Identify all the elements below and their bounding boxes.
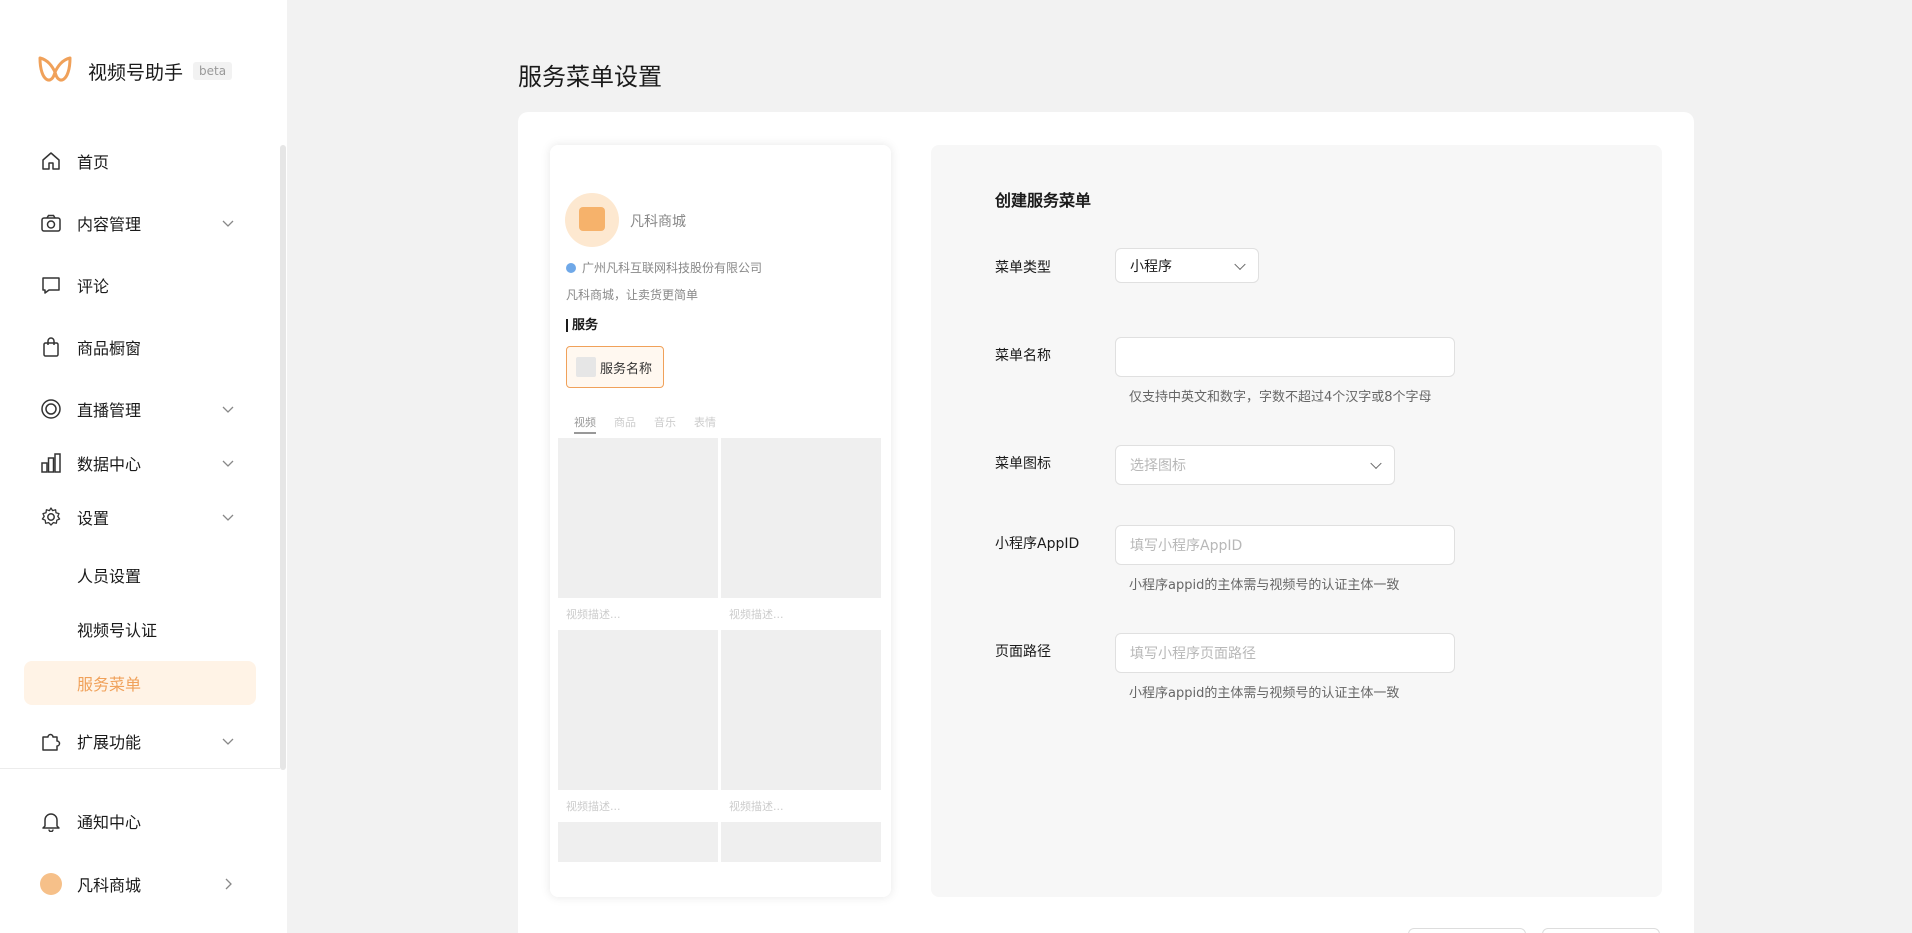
- sidebar-subitem-label: 人员设置: [77, 567, 142, 586]
- chevron-down-icon: [1370, 457, 1382, 470]
- video-tile-caption: 视频描述...: [721, 598, 881, 626]
- chevron-down-icon: [222, 460, 234, 467]
- sidebar-item-label: 首页: [77, 153, 110, 172]
- preview-tab-products: 商品: [614, 416, 636, 429]
- shopping-bag-icon: [43, 337, 59, 357]
- chevron-down-icon: [222, 220, 234, 227]
- sidebar-subitem-staff-settings[interactable]: 人员设置: [24, 553, 256, 597]
- chevron-down-icon: [222, 738, 234, 745]
- sidebar-item-label: 商品橱窗: [77, 339, 142, 358]
- appid-hint: 小程序appid的主体需与视频号的认证主体一致: [1129, 578, 1400, 593]
- appid-placeholder: 填写小程序AppID: [1130, 538, 1243, 554]
- sidebar-item-label: 直播管理: [77, 401, 142, 420]
- sidebar-item-settings[interactable]: 设置: [0, 495, 287, 539]
- chevron-down-icon: [222, 514, 234, 521]
- app-name: 视频号助手: [88, 61, 184, 84]
- menu-type-select[interactable]: 小程序: [1115, 248, 1259, 283]
- service-preview-item: 服务名称: [566, 346, 664, 388]
- menu-name-hint: 仅支持中英文和数字，字数不超过4个汉字或8个字母: [1129, 390, 1432, 405]
- video-tile: [721, 438, 881, 598]
- sidebar-item-label: 内容管理: [77, 215, 142, 234]
- sidebar-item-extensions[interactable]: 扩展功能: [0, 719, 287, 763]
- menu-type-label: 菜单类型: [995, 260, 1051, 276]
- menu-icon-label: 菜单图标: [995, 456, 1051, 472]
- video-tile: [721, 630, 881, 790]
- bar-chart-icon: [41, 453, 61, 473]
- profile-preview: 凡科商城 广州凡科互联网科技股份有限公司 凡科商城，让卖货更简单 服务 服务名称…: [550, 145, 891, 897]
- menu-type-value: 小程序: [1130, 258, 1172, 275]
- video-tile: [558, 630, 718, 790]
- video-tile-caption: 视频描述...: [721, 790, 881, 818]
- sidebar-item-label: 设置: [77, 509, 110, 528]
- profile-name: 凡科商城: [630, 214, 686, 230]
- comment-icon: [42, 277, 60, 294]
- shopping-bag-icon: [579, 207, 605, 231]
- preview-tab-music: 音乐: [654, 416, 676, 429]
- menu-name-input[interactable]: [1115, 337, 1455, 377]
- camera-icon: [41, 214, 61, 232]
- home-icon: [42, 152, 60, 170]
- sidebar-item-label: 通知中心: [77, 813, 142, 832]
- sidebar-item-live[interactable]: 直播管理: [0, 387, 287, 431]
- gear-icon: [41, 507, 61, 526]
- video-tile-caption: 视频描述...: [558, 598, 718, 626]
- preview-tabs: 视频 商品 音乐 表情: [574, 414, 716, 434]
- verified-icon: [566, 262, 576, 273]
- appid-label: 小程序AppID: [995, 536, 1080, 552]
- sidebar-subitem-verification[interactable]: 视频号认证: [24, 607, 256, 651]
- sidebar-item-home[interactable]: 首页: [0, 139, 287, 183]
- video-tile: [558, 438, 718, 598]
- sidebar-divider: [0, 768, 280, 769]
- profile-avatar: [565, 193, 619, 247]
- sidebar-item-label: 数据中心: [77, 455, 142, 474]
- sidebar-item-comments[interactable]: 评论: [0, 263, 287, 307]
- appid-input[interactable]: 填写小程序AppID: [1115, 525, 1455, 565]
- sidebar-subitem-label: 视频号认证: [77, 621, 158, 640]
- page-title: 服务菜单设置: [518, 63, 662, 91]
- live-icon: [41, 399, 61, 419]
- chevron-down-icon: [1234, 258, 1246, 270]
- menu-icon-select[interactable]: 选择图标: [1115, 445, 1395, 485]
- page-path-label: 页面路径: [995, 644, 1051, 660]
- cancel-button[interactable]: [1408, 928, 1526, 933]
- sidebar: 视频号助手 beta 首页 内容管理 评论 商品橱窗 直播管理 数据中心 设置 …: [0, 0, 287, 933]
- video-tile: [721, 822, 881, 862]
- preview-tab-stickers: 表情: [694, 416, 716, 429]
- profile-desc: 凡科商城，让卖货更简单: [566, 288, 699, 302]
- service-section-title: 服务: [566, 319, 598, 332]
- sidebar-subitem-service-menu[interactable]: 服务菜单: [24, 661, 256, 705]
- beta-badge: beta: [193, 62, 233, 80]
- app-logo-icon: [38, 56, 72, 82]
- page-path-placeholder: 填写小程序页面路径: [1130, 646, 1256, 662]
- page-path-hint: 小程序appid的主体需与视频号的认证主体一致: [1129, 686, 1400, 701]
- profile-company-text: 广州凡科互联网科技股份有限公司: [582, 261, 763, 275]
- save-button[interactable]: [1542, 928, 1660, 933]
- panel-title: 创建服务菜单: [995, 191, 1092, 210]
- preview-tab-videos: 视频: [574, 414, 596, 434]
- sidebar-scrollbar[interactable]: [280, 145, 286, 770]
- bell-icon: [42, 813, 60, 832]
- sidebar-item-data[interactable]: 数据中心: [0, 441, 287, 485]
- video-tile-caption: 视频描述...: [558, 790, 718, 818]
- profile-company: 广州凡科互联网科技股份有限公司: [566, 259, 762, 276]
- sidebar-item-label: 评论: [77, 277, 110, 296]
- sidebar-item-content[interactable]: 内容管理: [0, 201, 287, 245]
- menu-name-label: 菜单名称: [995, 348, 1051, 364]
- menu-icon-placeholder: 选择图标: [1130, 458, 1186, 474]
- sidebar-subitem-label: 服务菜单: [77, 675, 142, 694]
- service-icon-placeholder: [576, 357, 596, 377]
- puzzle-icon: [42, 733, 61, 751]
- account-avatar: [40, 873, 62, 895]
- chevron-right-icon: [225, 878, 232, 890]
- sidebar-item-label: 凡科商城: [77, 876, 142, 895]
- sidebar-item-label: 扩展功能: [77, 733, 142, 752]
- sidebar-item-shop[interactable]: 商品橱窗: [0, 325, 287, 369]
- app-logo[interactable]: 视频号助手 beta: [36, 52, 233, 90]
- service-preview-label: 服务名称: [600, 361, 653, 377]
- sidebar-item-notifications[interactable]: 通知中心: [0, 799, 287, 843]
- chevron-down-icon: [222, 406, 234, 413]
- video-tile: [558, 822, 718, 862]
- page-path-input[interactable]: 填写小程序页面路径: [1115, 633, 1455, 673]
